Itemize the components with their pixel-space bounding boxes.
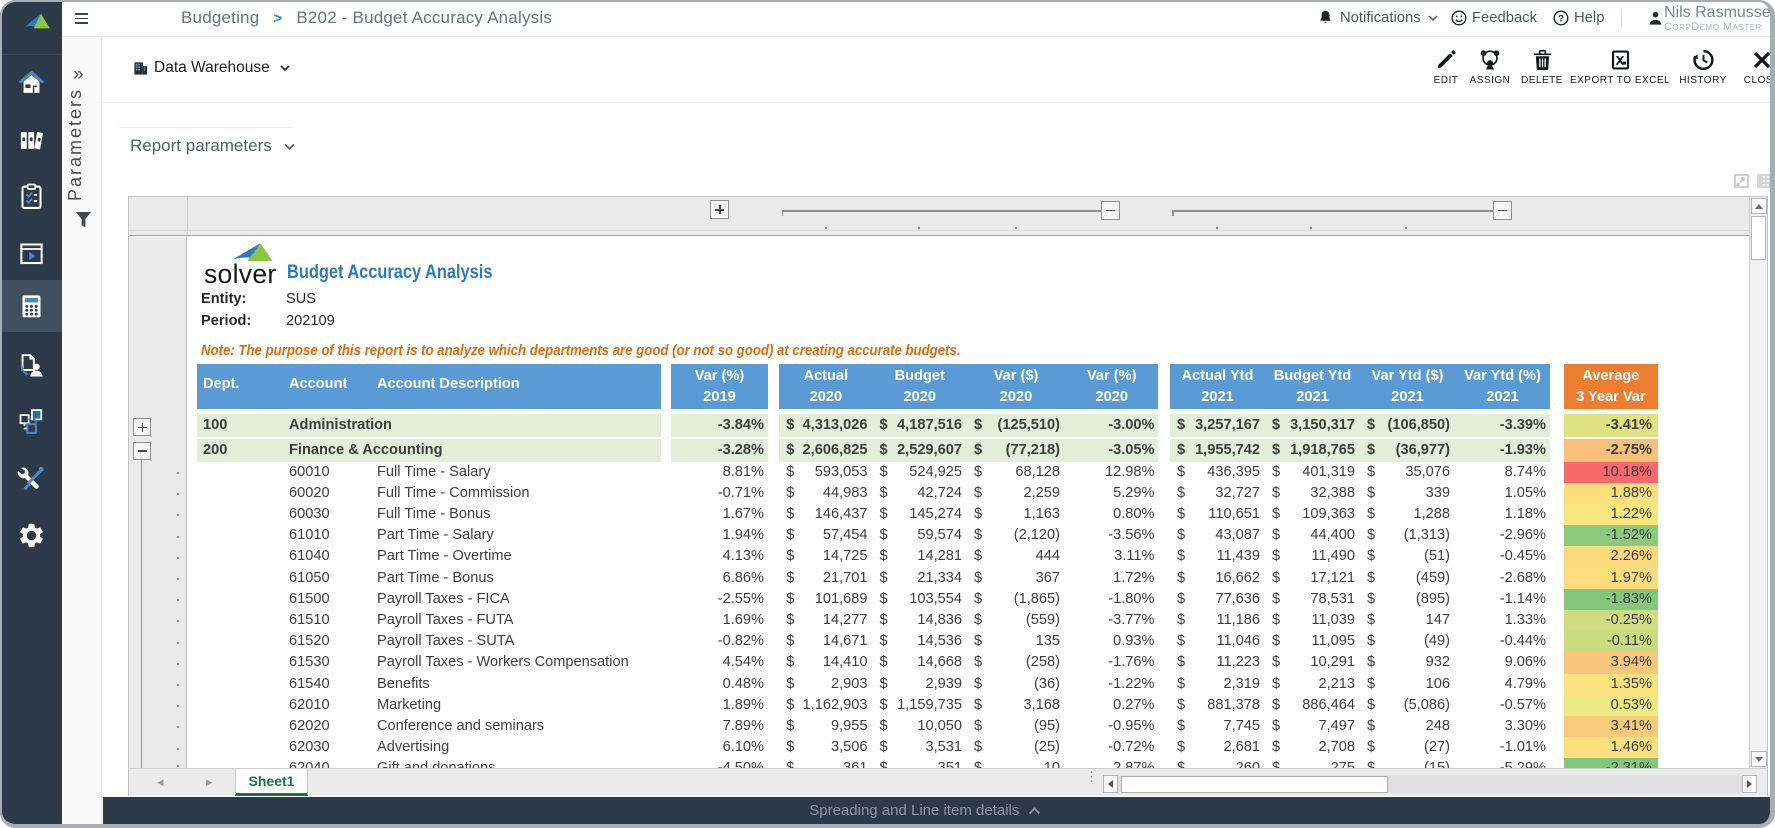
svg-text:?: ? <box>1558 13 1564 24</box>
